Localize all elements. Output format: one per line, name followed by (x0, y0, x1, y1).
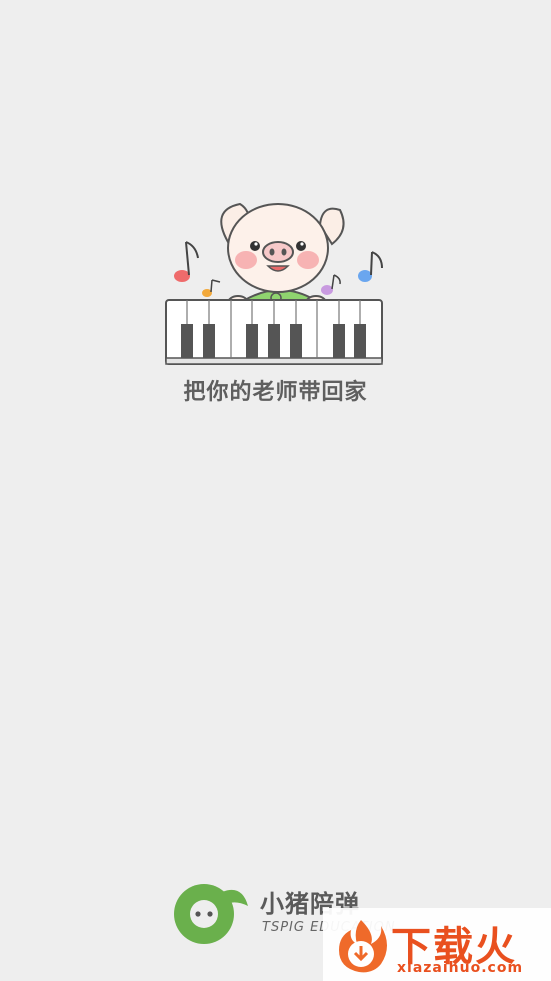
watermark-url: xiazaihuo.com (397, 960, 524, 976)
fire-download-icon (339, 920, 387, 973)
music-note-purple-icon (321, 274, 341, 295)
music-note-pig-logo-icon (174, 884, 248, 944)
music-note-red-icon (174, 241, 199, 282)
music-note-blue-icon (358, 251, 383, 282)
splash-tagline: 把你的老师带回家 (183, 380, 368, 405)
splash-screen: 把你的老师带回家 小猪陪弹 TSPIG EDUCATION 下载火 xiazai… (0, 0, 551, 981)
pig-piano-illustration (165, 202, 383, 365)
watermark-badge: 下载火 xiazaihuo.com (323, 908, 551, 981)
piano-keyboard (165, 299, 383, 365)
music-note-orange-icon (202, 279, 221, 297)
